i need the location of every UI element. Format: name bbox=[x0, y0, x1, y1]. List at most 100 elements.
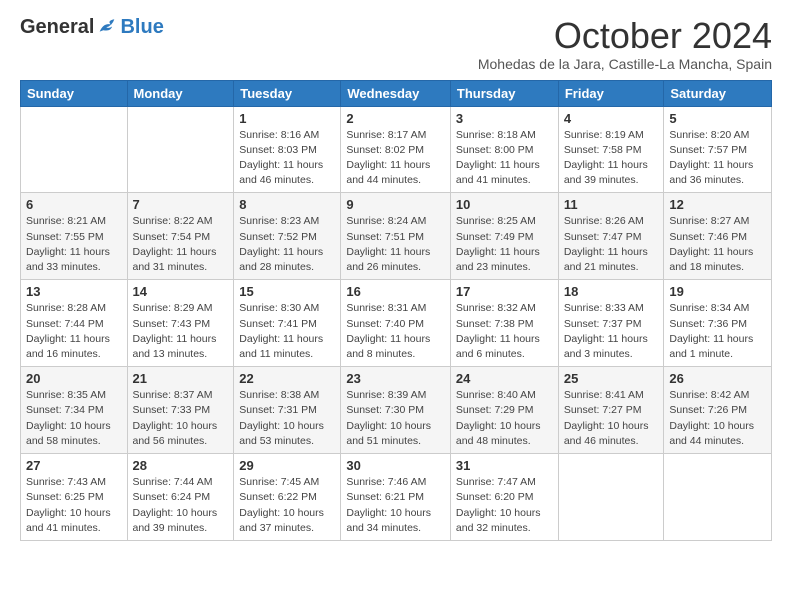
table-row: 6Sunrise: 8:21 AM Sunset: 7:55 PM Daylig… bbox=[21, 193, 128, 280]
day-info: Sunrise: 8:32 AM Sunset: 7:38 PM Dayligh… bbox=[456, 301, 553, 362]
day-number: 30 bbox=[346, 458, 445, 473]
day-info: Sunrise: 8:31 AM Sunset: 7:40 PM Dayligh… bbox=[346, 301, 445, 362]
day-info: Sunrise: 8:37 AM Sunset: 7:33 PM Dayligh… bbox=[133, 388, 229, 449]
day-info: Sunrise: 8:35 AM Sunset: 7:34 PM Dayligh… bbox=[26, 388, 122, 449]
col-monday: Monday bbox=[127, 80, 234, 106]
calendar-header-row: Sunday Monday Tuesday Wednesday Thursday… bbox=[21, 80, 772, 106]
table-row: 5Sunrise: 8:20 AM Sunset: 7:57 PM Daylig… bbox=[664, 106, 772, 193]
day-number: 1 bbox=[239, 111, 335, 126]
table-row: 1Sunrise: 8:16 AM Sunset: 8:03 PM Daylig… bbox=[234, 106, 341, 193]
day-info: Sunrise: 7:44 AM Sunset: 6:24 PM Dayligh… bbox=[133, 475, 229, 536]
table-row: 7Sunrise: 8:22 AM Sunset: 7:54 PM Daylig… bbox=[127, 193, 234, 280]
day-info: Sunrise: 8:24 AM Sunset: 7:51 PM Dayligh… bbox=[346, 214, 445, 275]
table-row: 30 Sunrise: 7:46 AM Sunset: 6:21 PM Dayli… bbox=[341, 454, 451, 541]
day-info: Sunrise: 8:17 AM Sunset: 8:02 PM Dayligh… bbox=[346, 128, 445, 189]
table-row bbox=[558, 454, 664, 541]
day-info: Sunrise: 7:47 AM Sunset: 6:20 PM Dayligh… bbox=[456, 475, 553, 536]
day-number: 15 bbox=[239, 284, 335, 299]
month-title: October 2024 bbox=[478, 16, 772, 56]
day-info: Sunrise: 8:38 AM Sunset: 7:31 PM Dayligh… bbox=[239, 388, 335, 449]
day-number: 4 bbox=[564, 111, 659, 126]
day-info: Sunrise: 8:42 AM Sunset: 7:26 PM Dayligh… bbox=[669, 388, 766, 449]
day-number: 26 bbox=[669, 371, 766, 386]
logo-blue: Blue bbox=[120, 16, 163, 39]
table-row: 22 Sunrise: 8:38 AM Sunset: 7:31 PM Dayli… bbox=[234, 367, 341, 454]
col-wednesday: Wednesday bbox=[341, 80, 451, 106]
table-row: 8 Sunrise: 8:23 AM Sunset: 7:52 PM Daylig… bbox=[234, 193, 341, 280]
table-row: 19Sunrise: 8:34 AM Sunset: 7:36 PM Dayli… bbox=[664, 280, 772, 367]
day-info: Sunrise: 8:27 AM Sunset: 7:46 PM Dayligh… bbox=[669, 214, 766, 275]
day-info: Sunrise: 8:26 AM Sunset: 7:47 PM Dayligh… bbox=[564, 214, 659, 275]
day-number: 9 bbox=[346, 197, 445, 212]
table-row: 27 Sunrise: 7:43 AM Sunset: 6:25 PM Dayli… bbox=[21, 454, 128, 541]
day-number: 21 bbox=[133, 371, 229, 386]
day-number: 22 bbox=[239, 371, 335, 386]
day-number: 24 bbox=[456, 371, 553, 386]
calendar-week-row: 1Sunrise: 8:16 AM Sunset: 8:03 PM Daylig… bbox=[21, 106, 772, 193]
day-info: Sunrise: 7:46 AM Sunset: 6:21 PM Dayligh… bbox=[346, 475, 445, 536]
title-area: October 2024 Mohedas de la Jara, Castill… bbox=[478, 16, 772, 72]
calendar-table: Sunday Monday Tuesday Wednesday Thursday… bbox=[20, 80, 772, 541]
table-row: 25Sunrise: 8:41 AM Sunset: 7:27 PM Dayli… bbox=[558, 367, 664, 454]
calendar-week-row: 27 Sunrise: 7:43 AM Sunset: 6:25 PM Dayli… bbox=[21, 454, 772, 541]
table-row: 17 Sunrise: 8:32 AM Sunset: 7:38 PM Dayli… bbox=[450, 280, 558, 367]
day-number: 20 bbox=[26, 371, 122, 386]
day-info: Sunrise: 8:33 AM Sunset: 7:37 PM Dayligh… bbox=[564, 301, 659, 362]
day-number: 29 bbox=[239, 458, 335, 473]
day-number: 5 bbox=[669, 111, 766, 126]
table-row bbox=[21, 106, 128, 193]
day-number: 11 bbox=[564, 197, 659, 212]
calendar-week-row: 13 Sunrise: 8:28 AM Sunset: 7:44 PM Dayli… bbox=[21, 280, 772, 367]
day-number: 13 bbox=[26, 284, 122, 299]
day-info: Sunrise: 8:23 AM Sunset: 7:52 PM Dayligh… bbox=[239, 214, 335, 275]
day-info: Sunrise: 8:41 AM Sunset: 7:27 PM Dayligh… bbox=[564, 388, 659, 449]
col-saturday: Saturday bbox=[664, 80, 772, 106]
calendar-week-row: 6Sunrise: 8:21 AM Sunset: 7:55 PM Daylig… bbox=[21, 193, 772, 280]
table-row: 31 Sunrise: 7:47 AM Sunset: 6:20 PM Dayli… bbox=[450, 454, 558, 541]
table-row: 3 Sunrise: 8:18 AM Sunset: 8:00 PM Daylig… bbox=[450, 106, 558, 193]
day-number: 17 bbox=[456, 284, 553, 299]
calendar-week-row: 20 Sunrise: 8:35 AM Sunset: 7:34 PM Dayli… bbox=[21, 367, 772, 454]
logo-general: General bbox=[20, 16, 94, 39]
day-number: 16 bbox=[346, 284, 445, 299]
day-number: 6 bbox=[26, 197, 122, 212]
col-sunday: Sunday bbox=[21, 80, 128, 106]
day-info: Sunrise: 8:18 AM Sunset: 8:00 PM Dayligh… bbox=[456, 128, 553, 189]
day-number: 8 bbox=[239, 197, 335, 212]
day-number: 23 bbox=[346, 371, 445, 386]
day-info: Sunrise: 8:40 AM Sunset: 7:29 PM Dayligh… bbox=[456, 388, 553, 449]
table-row: 23 Sunrise: 8:39 AM Sunset: 7:30 PM Dayli… bbox=[341, 367, 451, 454]
table-row: 16 Sunrise: 8:31 AM Sunset: 7:40 PM Dayli… bbox=[341, 280, 451, 367]
calendar-body: 1Sunrise: 8:16 AM Sunset: 8:03 PM Daylig… bbox=[21, 106, 772, 540]
table-row: 21 Sunrise: 8:37 AM Sunset: 7:33 PM Dayli… bbox=[127, 367, 234, 454]
day-info: Sunrise: 8:28 AM Sunset: 7:44 PM Dayligh… bbox=[26, 301, 122, 362]
table-row: 18Sunrise: 8:33 AM Sunset: 7:37 PM Dayli… bbox=[558, 280, 664, 367]
day-number: 27 bbox=[26, 458, 122, 473]
table-row: 9 Sunrise: 8:24 AM Sunset: 7:51 PM Daylig… bbox=[341, 193, 451, 280]
table-row: 13 Sunrise: 8:28 AM Sunset: 7:44 PM Dayli… bbox=[21, 280, 128, 367]
table-row bbox=[664, 454, 772, 541]
col-friday: Friday bbox=[558, 80, 664, 106]
day-info: Sunrise: 7:43 AM Sunset: 6:25 PM Dayligh… bbox=[26, 475, 122, 536]
table-row: 26 Sunrise: 8:42 AM Sunset: 7:26 PM Dayli… bbox=[664, 367, 772, 454]
day-info: Sunrise: 8:34 AM Sunset: 7:36 PM Dayligh… bbox=[669, 301, 766, 362]
table-row: 2 Sunrise: 8:17 AM Sunset: 8:02 PM Daylig… bbox=[341, 106, 451, 193]
header: General Blue October 2024 Mohedas de la … bbox=[20, 16, 772, 72]
day-number: 10 bbox=[456, 197, 553, 212]
logo-bird-icon bbox=[96, 17, 118, 39]
day-info: Sunrise: 8:25 AM Sunset: 7:49 PM Dayligh… bbox=[456, 214, 553, 275]
day-number: 3 bbox=[456, 111, 553, 126]
table-row: 12Sunrise: 8:27 AM Sunset: 7:46 PM Dayli… bbox=[664, 193, 772, 280]
table-row: 10 Sunrise: 8:25 AM Sunset: 7:49 PM Dayli… bbox=[450, 193, 558, 280]
table-row: 11 Sunrise: 8:26 AM Sunset: 7:47 PM Dayli… bbox=[558, 193, 664, 280]
table-row: 15 Sunrise: 8:30 AM Sunset: 7:41 PM Dayli… bbox=[234, 280, 341, 367]
table-row bbox=[127, 106, 234, 193]
col-tuesday: Tuesday bbox=[234, 80, 341, 106]
table-row: 28Sunrise: 7:44 AM Sunset: 6:24 PM Dayli… bbox=[127, 454, 234, 541]
day-info: Sunrise: 8:30 AM Sunset: 7:41 PM Dayligh… bbox=[239, 301, 335, 362]
day-info: Sunrise: 8:39 AM Sunset: 7:30 PM Dayligh… bbox=[346, 388, 445, 449]
day-info: Sunrise: 8:22 AM Sunset: 7:54 PM Dayligh… bbox=[133, 214, 229, 275]
day-number: 31 bbox=[456, 458, 553, 473]
day-number: 2 bbox=[346, 111, 445, 126]
col-thursday: Thursday bbox=[450, 80, 558, 106]
